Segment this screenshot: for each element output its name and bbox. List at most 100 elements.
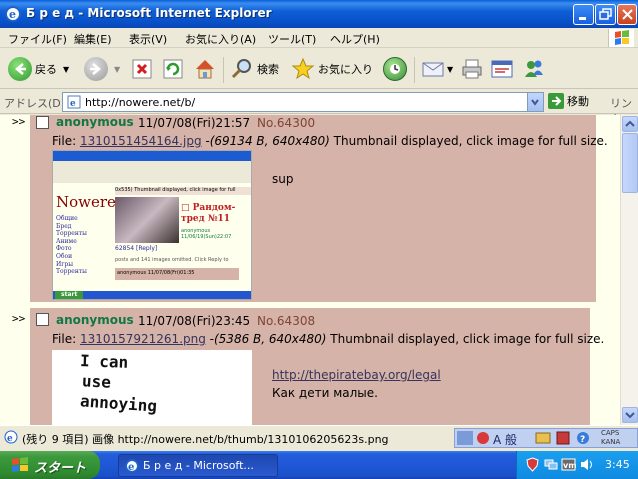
go-button[interactable]: 移動 — [548, 93, 589, 109]
file-info-line: File: 1310151454164.jpg -(69134 B, 640x4… — [52, 134, 608, 148]
ie-icon: e — [125, 459, 139, 473]
title-bar[interactable]: e Б р е д - Microsoft Internet Explorer — [0, 0, 638, 28]
mail-button[interactable]: ▼ — [421, 55, 453, 83]
menu-view[interactable]: 表示(V) — [129, 31, 167, 47]
chevron-down-icon — [625, 412, 635, 419]
thumb-thread-meta: anonymous 11/06/19(Sun)22:07 — [181, 228, 232, 240]
thumb-caption: 0x535) Thumbnail displayed, click image … — [115, 187, 251, 195]
taskbar-ie-window-button[interactable]: e Б р е д - Microsoft... — [118, 454, 278, 477]
forward-arrow-icon — [84, 57, 108, 81]
refresh-button[interactable] — [161, 55, 185, 83]
ime-icon[interactable] — [475, 431, 491, 445]
windows-logo-icon — [608, 29, 634, 47]
minimize-icon — [579, 17, 586, 20]
langbar-grip-icon — [457, 431, 473, 445]
print-button[interactable] — [460, 55, 484, 83]
post-checkbox[interactable] — [36, 313, 49, 326]
thumb-thread-title: □ Рандом-тред №11 — [181, 203, 236, 224]
language-bar: A 般 ? CAPS KANA — [454, 428, 638, 448]
star-icon — [291, 57, 315, 80]
history-button[interactable] — [383, 55, 407, 83]
thumb-omitted: posts and 141 images omitted. Click Repl… — [115, 257, 229, 263]
mail-dropdown-icon[interactable]: ▼ — [447, 65, 453, 74]
menu-help[interactable]: ヘルプ(H) — [330, 31, 380, 47]
ie-icon: e — [5, 6, 21, 22]
thumb-nav: Общие Бред Торренты Аниме Фото Обои Игры… — [56, 215, 87, 276]
volume-icon[interactable] — [579, 457, 594, 472]
vertical-scrollbar[interactable] — [620, 115, 638, 425]
forward-dropdown-icon[interactable]: ▼ — [114, 65, 120, 74]
back-dropdown-icon[interactable]: ▼ — [63, 65, 69, 74]
back-button[interactable]: 戻る ▼ — [8, 55, 69, 83]
address-url: http://nowere.net/b/ — [85, 96, 196, 109]
minimize-button[interactable] — [573, 4, 594, 25]
standard-toolbar: 戻る ▼ ▼ 検索 お気に入り ▼ — [0, 49, 638, 89]
toolbar-separator — [223, 57, 224, 83]
input-mode[interactable]: A 般 — [493, 431, 517, 448]
chevron-up-icon — [625, 120, 635, 127]
close-button[interactable] — [617, 4, 637, 25]
maximize-button[interactable] — [595, 4, 616, 25]
caps-kana-indicator: CAPS KANA — [601, 429, 620, 447]
messenger-icon — [525, 60, 543, 77]
scroll-down-button[interactable] — [622, 407, 638, 423]
network-icon[interactable] — [543, 457, 558, 472]
stop-button[interactable] — [130, 55, 154, 83]
thumb-nav-item: Бред — [56, 222, 72, 230]
status-text: (残り 9 項目) 画像 http://nowere.net/b/thumb/1… — [22, 433, 389, 446]
post-date: 11/07/08(Fri)21:57 — [138, 116, 251, 130]
caps-indicator: CAPS — [601, 429, 620, 437]
refresh-icon — [163, 59, 183, 79]
help-icon[interactable]: ? — [575, 431, 591, 445]
address-dropdown-button[interactable] — [527, 93, 543, 111]
menu-favorites[interactable]: お気に入り(A) — [185, 31, 256, 47]
reply-arrows: >> — [12, 115, 26, 128]
taskbar-ie-label: Б р е д - Microsoft... — [143, 459, 254, 472]
clock[interactable]: 3:45 — [605, 458, 630, 471]
search-button[interactable]: 検索 — [230, 55, 279, 83]
start-button[interactable]: スタート — [0, 451, 100, 479]
svg-text:e: e — [9, 8, 16, 21]
address-bar: アドレス(D) e http://nowere.net/b/ 移動 リンク — [0, 90, 638, 126]
go-label: 移動 — [567, 95, 589, 108]
external-link[interactable]: http://thepiratebay.org/legal — [272, 368, 441, 382]
forward-button[interactable]: ▼ — [84, 55, 120, 83]
back-label: 戻る — [35, 63, 57, 76]
post-number[interactable]: No.64300 — [257, 116, 315, 130]
stop-icon — [132, 59, 152, 79]
home-button[interactable] — [193, 55, 217, 83]
handwriting-line: use — [81, 371, 112, 392]
thumb-nav-item: Фото — [56, 245, 72, 253]
thumb-anime-image — [115, 197, 179, 243]
printer-icon — [462, 59, 482, 79]
start-label: スタート — [34, 461, 87, 476]
menu-edit[interactable]: 編集(E) — [74, 31, 112, 47]
scroll-thumb[interactable] — [622, 133, 638, 193]
post-thumbnail-image[interactable]: Nowere Общие Бред Торренты Аниме Фото Об… — [52, 150, 252, 300]
post-thumbnail-image[interactable]: I can use annoying — [52, 350, 252, 425]
thumb-nav-item: Аниме — [56, 237, 77, 245]
home-icon — [196, 60, 214, 79]
back-arrow-icon — [8, 57, 32, 81]
address-input[interactable]: e http://nowere.net/b/ — [62, 92, 544, 112]
scroll-up-button[interactable] — [622, 116, 638, 132]
favorites-button[interactable]: お気に入り — [291, 55, 373, 83]
edit-button[interactable] — [490, 55, 514, 83]
chevron-down-icon — [531, 99, 539, 106]
handwriting-line: I can — [79, 351, 129, 372]
menu-tools[interactable]: ツール(T) — [268, 31, 316, 47]
post-checkbox[interactable] — [36, 116, 49, 129]
window-title: Б р е д - Microsoft Internet Explorer — [26, 6, 272, 20]
vmware-tools-icon[interactable]: vm — [561, 457, 576, 472]
post-number[interactable]: No.64308 — [257, 314, 315, 328]
ime-pad-icon[interactable] — [535, 431, 551, 445]
history-icon — [383, 57, 407, 81]
dictionary-icon[interactable] — [555, 431, 571, 445]
file-link[interactable]: 1310157921261.png — [80, 332, 206, 346]
file-link[interactable]: 1310151454164.jpg — [80, 134, 202, 148]
post-message: Как дети малые. — [272, 386, 378, 400]
shield-icon[interactable] — [525, 457, 540, 472]
menu-file[interactable]: ファイル(F) — [8, 31, 67, 47]
menu-bar: ファイル(F) 編集(E) 表示(V) お気に入り(A) ツール(T) ヘルプ(… — [0, 28, 638, 48]
messenger-button[interactable] — [522, 55, 546, 83]
